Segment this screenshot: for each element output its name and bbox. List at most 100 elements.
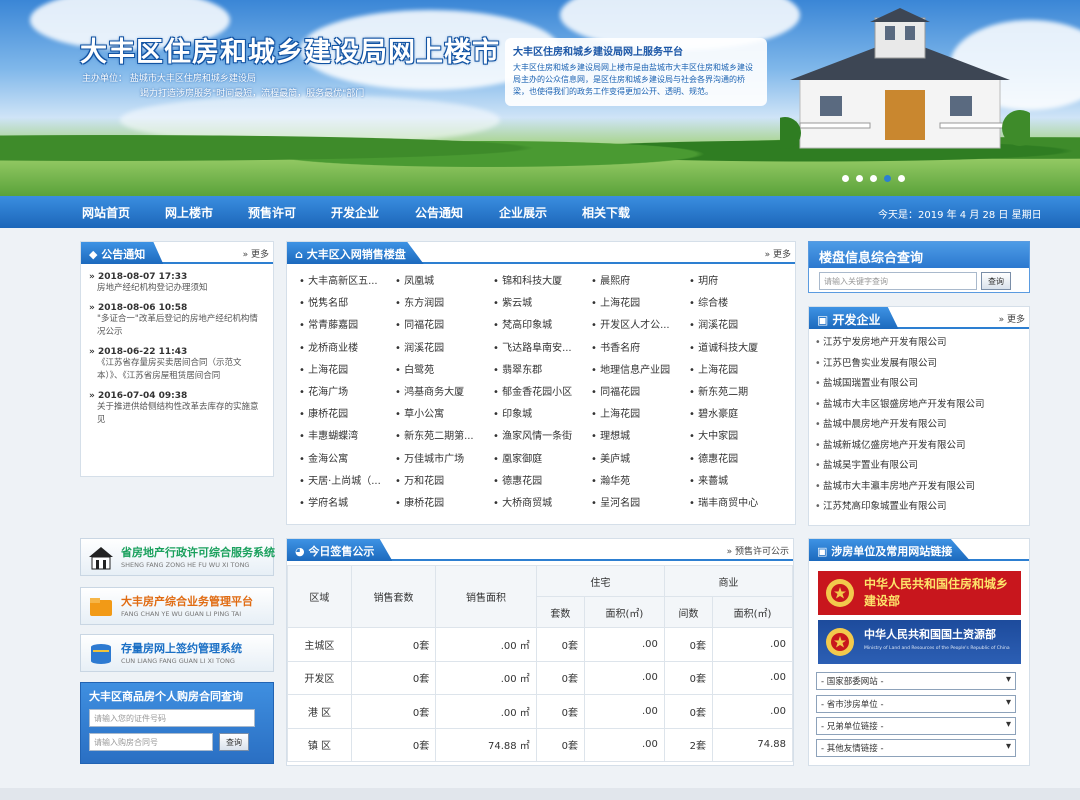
list-item[interactable]: » 2018-06-22 11:43 《江苏省存量房买卖居间合同（示范文本）》、… — [81, 347, 273, 383]
service-card-contract[interactable]: 存量房网上签约管理系统 CUN LIANG FANG GUAN LI XI TO… — [80, 634, 274, 672]
listing-link[interactable]: • 金海公寓 — [299, 450, 389, 465]
listing-link[interactable]: • 综合楼 — [689, 294, 779, 309]
nav-downloads[interactable]: 相关下载 — [582, 204, 630, 221]
nav-presale-permit[interactable]: 预售许可 — [248, 204, 296, 221]
list-item[interactable]: 盐城新城亿盛房地产开发有限公司 — [809, 436, 1029, 457]
listing-link[interactable]: • 翡翠东郡 — [493, 361, 583, 376]
listing-link[interactable]: • 天居·上尚城（... — [299, 472, 389, 487]
list-item[interactable]: 江苏梵高印象城置业有限公司 — [809, 497, 1029, 518]
listing-link[interactable]: • 凰家御庭 — [493, 450, 583, 465]
notice-text[interactable]: 《江苏省存量房买卖居间合同（示范文本）》、《江苏省房屋租赁居间合同 — [89, 357, 265, 383]
nav-home[interactable]: 网站首页 — [82, 204, 130, 221]
listing-link[interactable]: • 白鹭苑 — [395, 361, 485, 376]
listing-link[interactable]: • 瑞丰商贸中心 — [689, 494, 779, 509]
listing-link[interactable]: • 紫云城 — [493, 294, 583, 309]
listing-link[interactable]: • 龙桥商业楼 — [299, 339, 389, 354]
list-item[interactable]: » 2016-07-04 09:38 关于推进供给侧结构性改革去库存的实施意见 — [81, 391, 273, 427]
listing-link[interactable]: • 渔家风情一条街 — [493, 427, 583, 442]
service-card-provincial[interactable]: 省房地产行政许可综合服务系统 SHENG FANG ZONG HE FU WU … — [80, 538, 275, 576]
listing-link[interactable]: • 印象城 — [493, 405, 583, 420]
select-sibling-units[interactable]: - 兄弟单位链接 - — [816, 717, 1016, 735]
listing-link[interactable]: • 同福花园 — [395, 316, 485, 331]
nav-developers[interactable]: 开发企业 — [331, 204, 379, 221]
listing-link[interactable]: • 地理信息产业园 — [591, 361, 681, 376]
notice-text[interactable]: 关于推进供给侧结构性改革去库存的实施意见 — [89, 401, 265, 427]
listing-link[interactable]: • 上海花园 — [591, 405, 681, 420]
select-friendly-links[interactable]: - 其他友情链接 - — [816, 739, 1016, 757]
listing-link[interactable]: • 锦和科技大厦 — [493, 272, 583, 287]
listing-link[interactable]: • 呈河名园 — [591, 494, 681, 509]
select-ministries[interactable]: - 国家部委网站 - — [816, 672, 1016, 690]
notice-text[interactable]: 房地产经纪机构登记办理须知 — [89, 282, 265, 295]
listing-link[interactable]: • 上海花园 — [299, 361, 389, 376]
listing-link[interactable]: • 康桥花园 — [299, 405, 389, 420]
carousel-dot[interactable] — [856, 175, 863, 182]
listing-link[interactable]: • 理想城 — [591, 427, 681, 442]
listing-link[interactable]: • 润溪花园 — [395, 339, 485, 354]
list-item[interactable]: 盐城昊宇置业有限公司 — [809, 456, 1029, 477]
listing-link[interactable]: • 丰惠蝴蝶湾 — [299, 427, 389, 442]
developers-more-link[interactable]: » 更多 — [999, 312, 1025, 325]
listing-link[interactable]: • 新东苑二期第... — [395, 427, 485, 442]
listing-link[interactable]: • 大桥商贸城 — [493, 494, 583, 509]
listing-link[interactable]: • 凤凰城 — [395, 272, 485, 287]
list-item[interactable]: » 2018-08-06 10:58 "多证合一"改革后登记的房地产经纪机构情况… — [81, 303, 273, 339]
listing-link[interactable]: • 万和花园 — [395, 472, 485, 487]
listing-link[interactable]: • 康桥花园 — [395, 494, 485, 509]
list-item[interactable]: 盐城市大丰瀛丰房地产开发有限公司 — [809, 477, 1029, 498]
list-item[interactable]: » 2018-08-07 17:33 房地产经纪机构登记办理须知 — [81, 272, 273, 295]
carousel-dot[interactable] — [898, 175, 905, 182]
listing-link[interactable]: • 来薔城 — [689, 472, 779, 487]
listing-link[interactable]: • 大丰高新区五... — [299, 272, 389, 287]
notice-text[interactable]: "多证合一"改革后登记的房地产经纪机构情况公示 — [89, 313, 265, 339]
listing-link[interactable]: • 梵高印象城 — [493, 316, 583, 331]
listing-link[interactable]: • 道诚科技大厦 — [689, 339, 779, 354]
nav-online-market[interactable]: 网上楼市 — [165, 204, 213, 221]
nav-notices[interactable]: 公告通知 — [415, 204, 463, 221]
list-item[interactable]: 盐城国瑞置业有限公司 — [809, 374, 1029, 395]
listing-link[interactable]: • 郁金香花园小区 — [493, 383, 583, 398]
listing-link[interactable]: • 悦隽名邸 — [299, 294, 389, 309]
listing-link[interactable]: • 新东苑二期 — [689, 383, 779, 398]
search-input[interactable]: 请输入关键字查询 — [819, 272, 977, 290]
listing-link[interactable]: • 常青藤嘉园 — [299, 316, 389, 331]
listing-link[interactable]: • 书香名府 — [591, 339, 681, 354]
list-item[interactable]: 盐城市大丰区银盛房地产开发有限公司 — [809, 395, 1029, 416]
mlr-link-banner[interactable]: 中华人民共和国国土资源部 Ministry of Land and Resour… — [818, 620, 1021, 664]
listing-link[interactable]: • 德惠花园 — [689, 450, 779, 465]
id-number-input[interactable]: 请输入您的证件号码 — [89, 709, 255, 727]
listing-link[interactable]: • 学府名城 — [299, 494, 389, 509]
carousel-dot[interactable] — [842, 175, 849, 182]
listing-link[interactable]: • 东方润园 — [395, 294, 485, 309]
listing-link[interactable]: • 玥府 — [689, 272, 779, 287]
contract-query-button[interactable]: 查询 — [219, 733, 249, 751]
list-item[interactable]: 江苏巴鲁实业发展有限公司 — [809, 354, 1029, 375]
listing-link[interactable]: • 上海花园 — [689, 361, 779, 376]
contract-number-input[interactable]: 请输入购房合同号 — [89, 733, 213, 751]
listing-link[interactable]: • 瀚华苑 — [591, 472, 681, 487]
listing-link[interactable]: • 万佳城市广场 — [395, 450, 485, 465]
notices-more-link[interactable]: » 更多 — [243, 247, 269, 260]
search-button[interactable]: 查询 — [981, 272, 1011, 290]
listings-more-link[interactable]: » 更多 — [765, 247, 791, 260]
list-item[interactable]: 盐城中晨房地产开发有限公司 — [809, 415, 1029, 436]
listing-link[interactable]: • 碧水豪庭 — [689, 405, 779, 420]
listing-link[interactable]: • 德惠花园 — [493, 472, 583, 487]
listing-link[interactable]: • 润溪花园 — [689, 316, 779, 331]
listing-link[interactable]: • 上海花园 — [591, 294, 681, 309]
listing-link[interactable]: • 开发区人才公... — [591, 316, 681, 331]
listing-link[interactable]: • 花海广场 — [299, 383, 389, 398]
listing-link[interactable]: • 大中家园 — [689, 427, 779, 442]
listing-link[interactable]: • 美庐城 — [591, 450, 681, 465]
carousel-dot[interactable] — [870, 175, 877, 182]
select-local-units[interactable]: - 省市涉房单位 - — [816, 695, 1016, 713]
service-card-business[interactable]: 大丰房产综合业务管理平台 FANG CHAN YE WU GUAN LI PIN… — [80, 587, 274, 625]
mohurd-link-banner[interactable]: 中华人民共和国住房和城乡建设部 — [818, 571, 1021, 615]
listing-link[interactable]: • 同福花园 — [591, 383, 681, 398]
listing-link[interactable]: • 草小公寓 — [395, 405, 485, 420]
nav-company-showcase[interactable]: 企业展示 — [499, 204, 547, 221]
presale-link[interactable]: » 预售许可公示 — [727, 544, 789, 557]
carousel-dot-active[interactable] — [884, 175, 891, 182]
listing-link[interactable]: • 飞达路阜南安... — [493, 339, 583, 354]
list-item[interactable]: 江苏宁发房地产开发有限公司 — [809, 333, 1029, 354]
